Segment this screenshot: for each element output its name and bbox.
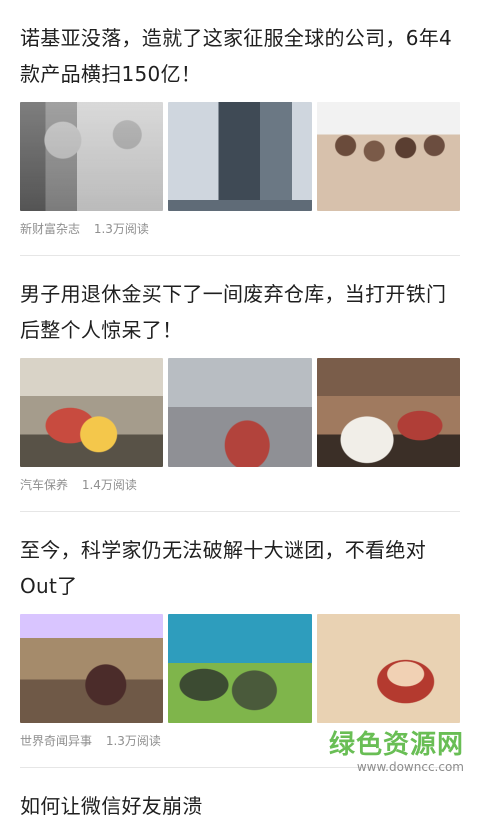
underwater-statue-photo[interactable]	[168, 614, 312, 723]
crowd-photo[interactable]	[316, 102, 460, 211]
article-meta: 新财富杂志 1.3万阅读	[20, 221, 460, 237]
ancient-city-photo[interactable]	[20, 614, 164, 723]
article-title[interactable]: 男子用退休金买下了一间废弃仓库，当打开铁门后整个人惊呆了！	[20, 256, 460, 348]
building-photo[interactable]	[168, 102, 312, 211]
office-photo[interactable]	[20, 102, 164, 211]
classic-cars-photo[interactable]	[316, 358, 460, 467]
article-thumbnails	[20, 358, 460, 467]
article-meta: 汽车保养 1.4万阅读	[20, 477, 460, 493]
article-card-3[interactable]: 至今，科学家仍无法破解十大谜团，不看绝对Out了 世界奇闻异事 1.3万阅读	[0, 512, 480, 768]
article-source: 新财富杂志	[20, 222, 81, 236]
article-meta: 世界奇闻异事 1.3万阅读	[20, 733, 460, 749]
article-card-4[interactable]: 如何让微信好友崩溃	[0, 768, 480, 824]
garage-cars-photo[interactable]	[20, 358, 164, 467]
article-reads: 1.3万阅读	[105, 734, 161, 748]
article-card-2[interactable]: 男子用退休金买下了一间废弃仓库，当打开铁门后整个人惊呆了！ 汽车保养 1.4万阅…	[0, 256, 480, 512]
article-title[interactable]: 至今，科学家仍无法破解十大谜团，不看绝对Out了	[20, 512, 460, 604]
article-reads: 1.4万阅读	[81, 478, 137, 492]
explorer-portrait-photo[interactable]	[316, 614, 460, 723]
news-feed: 诺基亚没落，造就了这家征服全球的公司，6年4款产品横扫150亿！ 新财富杂志 1…	[0, 0, 480, 824]
article-reads: 1.3万阅读	[93, 222, 149, 236]
article-source: 汽车保养	[20, 478, 69, 492]
article-thumbnails	[20, 614, 460, 723]
article-thumbnails	[20, 102, 460, 211]
article-title[interactable]: 诺基亚没落，造就了这家征服全球的公司，6年4款产品横扫150亿！	[20, 0, 460, 92]
dusty-cars-photo[interactable]	[168, 358, 312, 467]
article-source: 世界奇闻异事	[20, 734, 93, 748]
article-card-1[interactable]: 诺基亚没落，造就了这家征服全球的公司，6年4款产品横扫150亿！ 新财富杂志 1…	[0, 0, 480, 256]
article-title[interactable]: 如何让微信好友崩溃	[20, 768, 460, 824]
